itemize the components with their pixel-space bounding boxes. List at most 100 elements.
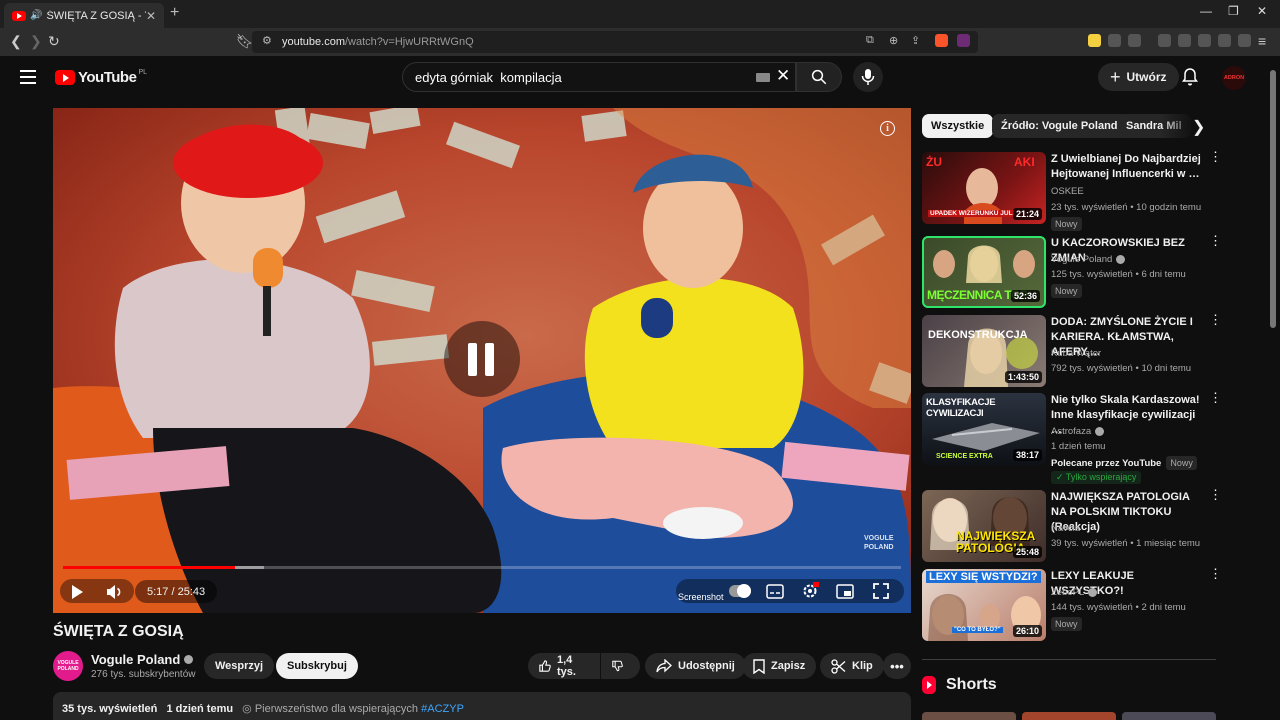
voice-search-button[interactable] bbox=[853, 62, 883, 92]
list-item[interactable]: LEXY SIĘ WSTYDZI? "CO TO BYŁO?" 26:10 LE… bbox=[922, 567, 1222, 641]
video-thumbnail[interactable]: DEKONSTRUKCJA 1:43:50 bbox=[922, 315, 1046, 387]
speaker-icon[interactable]: 🔊 bbox=[30, 10, 42, 21]
forward-icon[interactable]: ❯ bbox=[30, 33, 42, 50]
create-button[interactable]: + Utwórz bbox=[1098, 63, 1179, 91]
scrollbar-thumb[interactable] bbox=[1270, 70, 1276, 328]
channel-name[interactable]: Navcia bbox=[1051, 523, 1080, 534]
extension-icon[interactable] bbox=[1088, 34, 1101, 47]
list-item[interactable]: ŻU AKI UPADEK WIZERUNKU JULI 21:24 Z Uwie… bbox=[922, 150, 1222, 231]
pause-overlay-icon[interactable] bbox=[444, 321, 520, 397]
fullscreen-icon[interactable] bbox=[873, 583, 889, 599]
video-duration: 38:17 bbox=[1012, 449, 1042, 461]
wallet-icon[interactable] bbox=[1198, 34, 1211, 47]
brave-rewards-icon[interactable] bbox=[957, 34, 970, 47]
chevron-right-icon[interactable]: ❯ bbox=[1192, 117, 1205, 137]
subscribe-button[interactable]: Subskrybuj bbox=[276, 653, 358, 679]
media-icon[interactable] bbox=[1158, 34, 1171, 47]
microphone-icon bbox=[861, 69, 875, 85]
kebab-menu-icon[interactable]: ⋮ bbox=[1209, 391, 1222, 404]
minimize-icon[interactable]: — bbox=[1200, 4, 1212, 18]
hashtag-link[interactable]: #ACZYP bbox=[421, 703, 464, 715]
page-scrollbar[interactable] bbox=[1270, 58, 1276, 720]
kebab-menu-icon[interactable]: ⋮ bbox=[1209, 567, 1222, 580]
youtube-logo[interactable]: YouTube PL bbox=[55, 69, 147, 86]
search-box bbox=[402, 62, 796, 92]
play-icon[interactable] bbox=[69, 584, 85, 600]
channel-name[interactable]: Astrofaza bbox=[1051, 426, 1105, 437]
clear-search-icon[interactable]: ✕ bbox=[776, 66, 790, 86]
short-thumbnail[interactable] bbox=[1122, 712, 1216, 720]
subtitles-icon[interactable] bbox=[766, 584, 784, 599]
back-icon[interactable]: ❮ bbox=[10, 33, 22, 50]
hamburger-menu-icon[interactable] bbox=[20, 70, 36, 88]
chip-all[interactable]: Wszystkie bbox=[922, 114, 994, 138]
extensions-puzzle-icon[interactable] bbox=[1108, 34, 1121, 47]
screenshot-extension-icon[interactable] bbox=[1128, 34, 1141, 47]
save-button[interactable]: Zapisz bbox=[742, 653, 817, 679]
notifications-button[interactable] bbox=[1182, 68, 1198, 91]
video-title[interactable]: Z Uwielbianej Do Najbardziej Hejtowanej … bbox=[1051, 152, 1203, 182]
share-page-icon[interactable]: ⇪ bbox=[911, 34, 920, 47]
more-actions-icon[interactable]: ••• bbox=[883, 653, 911, 679]
kebab-menu-icon[interactable]: ⋮ bbox=[1209, 488, 1222, 501]
clip-button[interactable]: Klip bbox=[820, 653, 884, 679]
settings-gear-icon[interactable] bbox=[801, 582, 819, 600]
brave-shields-icon[interactable] bbox=[935, 34, 948, 47]
new-tab-button[interactable]: + bbox=[170, 4, 179, 22]
search-button[interactable] bbox=[796, 62, 842, 92]
youtube-favicon-icon bbox=[12, 10, 26, 21]
channel-name[interactable]: Vogule Poland bbox=[1051, 254, 1126, 265]
channel-name[interactable]: ZeboPL bbox=[1051, 587, 1098, 598]
close-window-icon[interactable]: ✕ bbox=[1257, 4, 1267, 18]
kebab-menu-icon[interactable]: ⋮ bbox=[1209, 150, 1222, 163]
list-item[interactable]: MĘCZENNICA TOP 52:36 U KACZOROWSKIEJ BEZ… bbox=[922, 234, 1222, 308]
chip-source-channel[interactable]: Źródło: Vogule Poland bbox=[992, 114, 1127, 138]
video-thumbnail[interactable]: ŻU AKI UPADEK WIZERUNKU JULI 21:24 bbox=[922, 152, 1046, 224]
video-thumbnail[interactable]: MĘCZENNICA TOP 52:36 bbox=[922, 236, 1046, 308]
description-box[interactable]: 35 tys. wyświetleń 1 dzień temu ◎ Pierws… bbox=[53, 692, 911, 720]
video-thumbnail[interactable]: KLASYFIKACJE CYWILIZACJI SCIENCE EXTRA 3… bbox=[922, 393, 1046, 465]
members-only-badge: ✓ Tylko wspierający bbox=[1051, 471, 1142, 484]
share-button[interactable]: Udostępnij bbox=[645, 653, 746, 679]
vpn-icon[interactable] bbox=[1238, 34, 1251, 47]
video-meta: 792 tys. wyświetleń • 10 dni temu bbox=[1051, 363, 1192, 374]
dislike-button[interactable] bbox=[601, 653, 640, 679]
support-button[interactable]: Wesprzyj bbox=[204, 653, 275, 679]
close-tab-icon[interactable]: ✕ bbox=[146, 9, 156, 23]
browser-menu-icon[interactable]: ≡ bbox=[1258, 33, 1266, 49]
miniplayer-icon[interactable] bbox=[836, 584, 854, 599]
short-thumbnail[interactable] bbox=[922, 712, 1016, 720]
channel-name[interactable]: OSKEE bbox=[1051, 186, 1084, 197]
video-thumbnail[interactable]: NAJWIĘKSZA PATOLOGIA 25:48 bbox=[922, 490, 1046, 562]
leo-ai-icon[interactable] bbox=[1218, 34, 1231, 47]
list-item[interactable]: NAJWIĘKSZA PATOLOGIA 25:48 NAJWIĘKSZA PA… bbox=[922, 488, 1222, 562]
list-item[interactable]: KLASYFIKACJE CYWILIZACJI SCIENCE EXTRA 3… bbox=[922, 391, 1222, 485]
promoted-label: Polecane przez YouTube Nowy bbox=[1051, 456, 1197, 470]
list-item[interactable]: DEKONSTRUKCJA 1:43:50 DODA: ZMYŚLONE ŻYC… bbox=[922, 313, 1222, 387]
autoplay-toggle[interactable] bbox=[729, 584, 751, 598]
kebab-menu-icon[interactable]: ⋮ bbox=[1209, 313, 1222, 326]
progress-bar[interactable] bbox=[63, 566, 901, 569]
open-in-app-icon[interactable]: ⧉ bbox=[866, 34, 874, 47]
shorts-shelf-header[interactable]: Shorts bbox=[922, 676, 997, 694]
info-icon[interactable]: i bbox=[880, 121, 895, 136]
browser-tab[interactable]: 🔊 ŚWIĘTA Z GOSIĄ - YouTube ✕ bbox=[4, 3, 164, 28]
sidebar-icon[interactable] bbox=[1178, 34, 1191, 47]
volume-icon[interactable] bbox=[105, 583, 123, 601]
like-button[interactable]: 1,4 tys. bbox=[528, 653, 600, 679]
restore-icon[interactable]: ❐ bbox=[1228, 4, 1239, 18]
kebab-menu-icon[interactable]: ⋮ bbox=[1209, 234, 1222, 247]
account-avatar[interactable]: ADRON bbox=[1222, 66, 1246, 90]
site-settings-icon[interactable]: ⚙︎ bbox=[262, 34, 272, 47]
channel-avatar[interactable]: VOGULE POLAND bbox=[53, 651, 83, 681]
short-thumbnail[interactable] bbox=[1022, 712, 1116, 720]
search-input[interactable] bbox=[415, 69, 745, 85]
reload-icon[interactable]: ↻ bbox=[48, 33, 60, 50]
keyboard-icon[interactable] bbox=[756, 73, 770, 82]
video-thumbnail[interactable]: LEXY SIĘ WSTYDZI? "CO TO BYŁO?" 26:10 bbox=[922, 569, 1046, 641]
youtube-play-icon bbox=[55, 70, 75, 85]
channel-name[interactable]: Kuba Wątor bbox=[1051, 348, 1101, 359]
played-bar bbox=[63, 566, 235, 569]
zoom-icon[interactable]: ⊕ bbox=[889, 34, 898, 47]
channel-name[interactable]: Vogule Poland bbox=[91, 652, 194, 667]
